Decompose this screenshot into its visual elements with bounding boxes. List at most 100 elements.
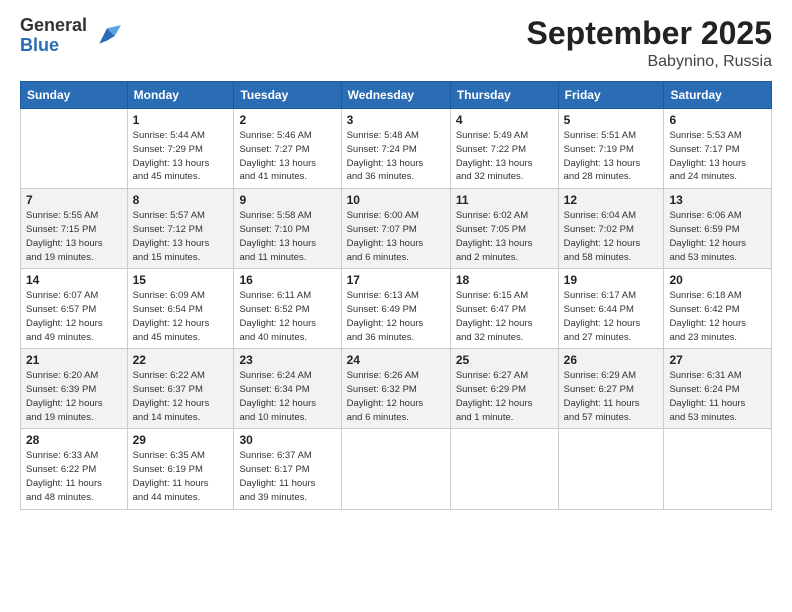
day-info: Sunrise: 6:31 AM Sunset: 6:24 PM Dayligh… xyxy=(669,369,766,424)
calendar-header-row: Sunday Monday Tuesday Wednesday Thursday… xyxy=(21,82,772,109)
calendar-week-row: 7Sunrise: 5:55 AM Sunset: 7:15 PM Daylig… xyxy=(21,189,772,269)
table-row: 30Sunrise: 6:37 AM Sunset: 6:17 PM Dayli… xyxy=(234,429,341,509)
table-row: 28Sunrise: 6:33 AM Sunset: 6:22 PM Dayli… xyxy=(21,429,128,509)
table-row xyxy=(450,429,558,509)
col-sunday: Sunday xyxy=(21,82,128,109)
logo-general: General xyxy=(20,16,87,36)
day-info: Sunrise: 6:27 AM Sunset: 6:29 PM Dayligh… xyxy=(456,369,553,424)
day-number: 19 xyxy=(564,273,659,287)
table-row: 6Sunrise: 5:53 AM Sunset: 7:17 PM Daylig… xyxy=(664,109,772,189)
day-number: 4 xyxy=(456,113,553,127)
day-number: 27 xyxy=(669,353,766,367)
table-row: 3 Sunrise: 5:48 AM Sunset: 7:24 PM Daylig… xyxy=(341,109,450,189)
day-number: 26 xyxy=(564,353,659,367)
table-row: 4 Sunrise: 5:49 AM Sunset: 7:22 PM Daylig… xyxy=(450,109,558,189)
table-row: 29 Sunrise: 6:35 AM Sunset: 6:19 PM Dayli… xyxy=(127,429,234,509)
page: General Blue September 2025 Babynino, Ru… xyxy=(0,0,792,612)
table-row xyxy=(558,429,664,509)
day-number: 16 xyxy=(239,273,335,287)
table-row: 22Sunrise: 6:22 AM Sunset: 6:37 PM Dayli… xyxy=(127,349,234,429)
logo-blue: Blue xyxy=(20,36,87,56)
day-info: Sunrise: 5:49 AM Sunset: 7:22 PM Dayligh… xyxy=(456,129,553,184)
col-friday: Friday xyxy=(558,82,664,109)
day-number: 9 xyxy=(239,193,335,207)
day-info: Sunrise: 6:11 AM Sunset: 6:52 PM Dayligh… xyxy=(239,289,335,344)
table-row: 9 Sunrise: 5:58 AM Sunset: 7:10 PM Daylig… xyxy=(234,189,341,269)
day-info: Sunrise: 5:44 AM Sunset: 7:29 PM Dayligh… xyxy=(133,129,229,184)
day-number: 29 xyxy=(133,433,229,447)
calendar-week-row: 1 Sunrise: 5:44 AM Sunset: 7:29 PM Daylig… xyxy=(21,109,772,189)
table-row: 10Sunrise: 6:00 AM Sunset: 7:07 PM Dayli… xyxy=(341,189,450,269)
day-info: Sunrise: 6:09 AM Sunset: 6:54 PM Dayligh… xyxy=(133,289,229,344)
table-row xyxy=(664,429,772,509)
table-row: 27 Sunrise: 6:31 AM Sunset: 6:24 PM Dayli… xyxy=(664,349,772,429)
day-info: Sunrise: 5:51 AM Sunset: 7:19 PM Dayligh… xyxy=(564,129,659,184)
day-info: Sunrise: 5:48 AM Sunset: 7:24 PM Dayligh… xyxy=(347,129,445,184)
day-info: Sunrise: 6:02 AM Sunset: 7:05 PM Dayligh… xyxy=(456,209,553,264)
table-row: 11 Sunrise: 6:02 AM Sunset: 7:05 PM Dayli… xyxy=(450,189,558,269)
col-tuesday: Tuesday xyxy=(234,82,341,109)
table-row: 17 Sunrise: 6:13 AM Sunset: 6:49 PM Dayli… xyxy=(341,269,450,349)
month-title: September 2025 xyxy=(527,16,772,51)
logo-bird-icon xyxy=(93,22,121,50)
logo-text: General Blue xyxy=(20,16,87,56)
day-number: 17 xyxy=(347,273,445,287)
day-number: 8 xyxy=(133,193,229,207)
day-number: 24 xyxy=(347,353,445,367)
day-info: Sunrise: 6:20 AM Sunset: 6:39 PM Dayligh… xyxy=(26,369,122,424)
day-info: Sunrise: 6:33 AM Sunset: 6:22 PM Dayligh… xyxy=(26,449,122,504)
day-number: 1 xyxy=(133,113,229,127)
table-row: 19 Sunrise: 6:17 AM Sunset: 6:44 PM Dayli… xyxy=(558,269,664,349)
table-row: 18Sunrise: 6:15 AM Sunset: 6:47 PM Dayli… xyxy=(450,269,558,349)
table-row: 26Sunrise: 6:29 AM Sunset: 6:27 PM Dayli… xyxy=(558,349,664,429)
table-row: 12 Sunrise: 6:04 AM Sunset: 7:02 PM Dayli… xyxy=(558,189,664,269)
day-info: Sunrise: 6:06 AM Sunset: 6:59 PM Dayligh… xyxy=(669,209,766,264)
table-row: 23 Sunrise: 6:24 AM Sunset: 6:34 PM Dayli… xyxy=(234,349,341,429)
day-info: Sunrise: 5:58 AM Sunset: 7:10 PM Dayligh… xyxy=(239,209,335,264)
day-info: Sunrise: 5:46 AM Sunset: 7:27 PM Dayligh… xyxy=(239,129,335,184)
day-number: 20 xyxy=(669,273,766,287)
table-row xyxy=(21,109,128,189)
table-row: 8 Sunrise: 5:57 AM Sunset: 7:12 PM Daylig… xyxy=(127,189,234,269)
table-row: 14Sunrise: 6:07 AM Sunset: 6:57 PM Dayli… xyxy=(21,269,128,349)
logo: General Blue xyxy=(20,16,121,56)
day-info: Sunrise: 6:18 AM Sunset: 6:42 PM Dayligh… xyxy=(669,289,766,344)
day-number: 6 xyxy=(669,113,766,127)
day-number: 12 xyxy=(564,193,659,207)
col-monday: Monday xyxy=(127,82,234,109)
day-info: Sunrise: 6:26 AM Sunset: 6:32 PM Dayligh… xyxy=(347,369,445,424)
table-row: 16 Sunrise: 6:11 AM Sunset: 6:52 PM Dayli… xyxy=(234,269,341,349)
day-info: Sunrise: 6:35 AM Sunset: 6:19 PM Dayligh… xyxy=(133,449,229,504)
day-number: 3 xyxy=(347,113,445,127)
title-block: September 2025 Babynino, Russia xyxy=(527,16,772,71)
table-row: 21 Sunrise: 6:20 AM Sunset: 6:39 PM Dayli… xyxy=(21,349,128,429)
day-info: Sunrise: 6:13 AM Sunset: 6:49 PM Dayligh… xyxy=(347,289,445,344)
col-saturday: Saturday xyxy=(664,82,772,109)
day-number: 15 xyxy=(133,273,229,287)
day-info: Sunrise: 6:24 AM Sunset: 6:34 PM Dayligh… xyxy=(239,369,335,424)
calendar-week-row: 28Sunrise: 6:33 AM Sunset: 6:22 PM Dayli… xyxy=(21,429,772,509)
day-number: 10 xyxy=(347,193,445,207)
table-row: 2 Sunrise: 5:46 AM Sunset: 7:27 PM Daylig… xyxy=(234,109,341,189)
day-number: 22 xyxy=(133,353,229,367)
calendar-week-row: 14Sunrise: 6:07 AM Sunset: 6:57 PM Dayli… xyxy=(21,269,772,349)
day-number: 25 xyxy=(456,353,553,367)
table-row: 13Sunrise: 6:06 AM Sunset: 6:59 PM Dayli… xyxy=(664,189,772,269)
day-number: 7 xyxy=(26,193,122,207)
table-row: 25 Sunrise: 6:27 AM Sunset: 6:29 PM Dayli… xyxy=(450,349,558,429)
day-number: 11 xyxy=(456,193,553,207)
day-number: 23 xyxy=(239,353,335,367)
table-row: 5Sunrise: 5:51 AM Sunset: 7:19 PM Daylig… xyxy=(558,109,664,189)
day-info: Sunrise: 6:17 AM Sunset: 6:44 PM Dayligh… xyxy=(564,289,659,344)
col-wednesday: Wednesday xyxy=(341,82,450,109)
day-number: 21 xyxy=(26,353,122,367)
table-row: 7Sunrise: 5:55 AM Sunset: 7:15 PM Daylig… xyxy=(21,189,128,269)
day-info: Sunrise: 5:57 AM Sunset: 7:12 PM Dayligh… xyxy=(133,209,229,264)
col-thursday: Thursday xyxy=(450,82,558,109)
table-row: 24 Sunrise: 6:26 AM Sunset: 6:32 PM Dayli… xyxy=(341,349,450,429)
day-info: Sunrise: 6:04 AM Sunset: 7:02 PM Dayligh… xyxy=(564,209,659,264)
day-info: Sunrise: 6:37 AM Sunset: 6:17 PM Dayligh… xyxy=(239,449,335,504)
day-number: 2 xyxy=(239,113,335,127)
day-info: Sunrise: 6:07 AM Sunset: 6:57 PM Dayligh… xyxy=(26,289,122,344)
table-row: 1 Sunrise: 5:44 AM Sunset: 7:29 PM Daylig… xyxy=(127,109,234,189)
